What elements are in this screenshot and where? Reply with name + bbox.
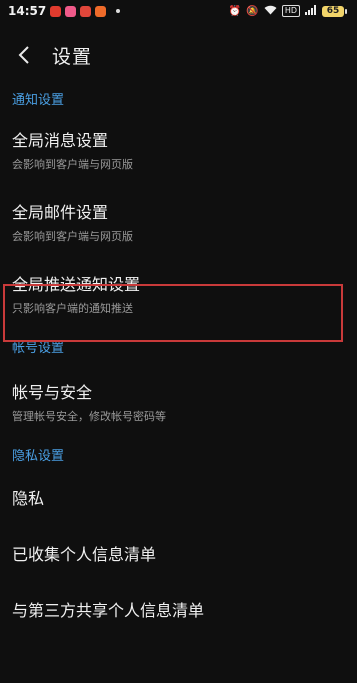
status-time: 14:57 [8, 4, 47, 18]
privacy[interactable]: 隐私 [0, 469, 357, 525]
account-and-security[interactable]: 帐号与安全 管理帐号安全，修改帐号密码等 [0, 363, 357, 439]
app-notification-icon [95, 5, 107, 17]
third-party-shared-info-list[interactable]: 与第三方共享个人信息清单 [0, 581, 357, 637]
app-notification-icon [50, 5, 62, 17]
item-title: 已收集个人信息清单 [12, 545, 157, 564]
status-bar: 14:57 ⏰ 🔕 HD 65 [0, 0, 357, 22]
signal-icon [305, 4, 317, 18]
collected-personal-info-list[interactable]: 已收集个人信息清单 [0, 525, 357, 581]
item-subtitle: 管理帐号安全，修改帐号密码等 [12, 409, 166, 423]
alarm-icon: ⏰ [228, 5, 242, 17]
item-subtitle: 会影响到客户端与网页版 [12, 229, 133, 243]
item-title: 隐私 [12, 489, 45, 508]
section-title-notifications: 通知设置 [12, 92, 65, 108]
item-title: 全局邮件设置 [12, 202, 109, 222]
app-notification-icon [65, 5, 77, 17]
item-title: 与第三方共享个人信息清单 [12, 601, 205, 620]
silent-icon: 🔕 [246, 5, 259, 17]
section-title-privacy: 隐私设置 [12, 448, 65, 464]
wifi-icon [264, 5, 277, 18]
back-arrow-icon[interactable] [14, 45, 34, 65]
global-mail-settings[interactable]: 全局邮件设置 会影响到客户端与网页版 [0, 185, 357, 257]
global-message-settings[interactable]: 全局消息设置 会影响到客户端与网页版 [0, 113, 357, 185]
page-title: 设置 [52, 45, 93, 68]
item-title: 全局消息设置 [12, 130, 109, 150]
item-subtitle: 会影响到客户端与网页版 [12, 157, 133, 171]
item-subtitle: 只影响客户端的通知推送 [12, 301, 133, 315]
app-notification-icon [80, 5, 92, 17]
battery-icon: 65 [322, 5, 347, 17]
more-notifications-icon [116, 9, 121, 13]
item-title: 帐号与安全 [12, 382, 93, 402]
global-push-notification-settings[interactable]: 全局推送通知设置 只影响客户端的通知推送 [0, 257, 357, 329]
battery-level: 65 [322, 5, 344, 17]
item-title: 全局推送通知设置 [12, 274, 141, 294]
hd-badge: HD [281, 5, 300, 17]
header: 设置 [0, 22, 357, 88]
section-title-account: 帐号设置 [12, 340, 65, 356]
